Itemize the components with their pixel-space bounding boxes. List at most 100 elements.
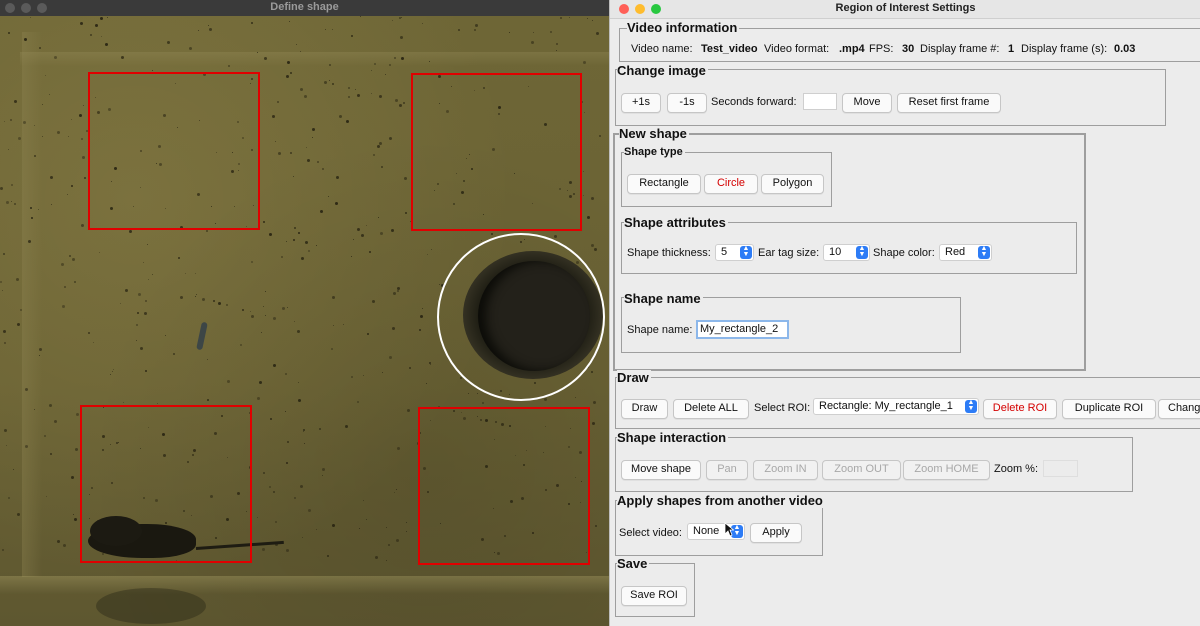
floor-speck bbox=[587, 216, 590, 219]
floor-speck bbox=[110, 374, 111, 375]
floor-speck bbox=[550, 31, 552, 33]
floor-speck bbox=[180, 296, 183, 299]
pan-button[interactable]: Pan bbox=[706, 460, 748, 480]
floor-speck bbox=[138, 293, 141, 296]
maximize-window-icon[interactable] bbox=[651, 4, 661, 14]
floor-speck bbox=[294, 227, 296, 229]
roi-rectangle-top-right[interactable] bbox=[411, 73, 582, 231]
floor-speck bbox=[300, 88, 303, 91]
floor-speck bbox=[367, 333, 369, 335]
delete-all-button[interactable]: Delete ALL bbox=[673, 399, 749, 419]
define-shape-titlebar: Define shape bbox=[0, 0, 609, 16]
floor-speck bbox=[202, 298, 205, 301]
floor-speck bbox=[345, 425, 348, 428]
floor-speck bbox=[136, 340, 137, 341]
floor-speck bbox=[275, 521, 277, 523]
floor-speck bbox=[312, 137, 313, 138]
save-roi-button[interactable]: Save ROI bbox=[621, 586, 687, 606]
polygon-button[interactable]: Polygon bbox=[761, 174, 824, 194]
floor-speck bbox=[265, 315, 266, 316]
select-stepper-icon: ▲ ▼ bbox=[856, 245, 868, 259]
floor-speck bbox=[273, 317, 276, 320]
floor-speck bbox=[39, 47, 41, 49]
shape-color-value: Red bbox=[945, 246, 966, 258]
floor-speck bbox=[373, 154, 375, 156]
shape-attributes-title: Shape attributes bbox=[624, 215, 728, 230]
floor-speck bbox=[407, 409, 410, 412]
roi-rectangle-top-left[interactable] bbox=[88, 72, 260, 230]
floor-speck bbox=[300, 51, 301, 52]
floor-speck bbox=[282, 307, 285, 310]
change-roi-button[interactable]: Change bbox=[1158, 399, 1200, 419]
close-window-icon[interactable] bbox=[619, 4, 629, 14]
floor-speck bbox=[395, 99, 398, 102]
floor-speck bbox=[269, 486, 271, 488]
move-button[interactable]: Move bbox=[842, 93, 892, 113]
floor-speck bbox=[322, 475, 323, 476]
apply-button[interactable]: Apply bbox=[750, 523, 802, 543]
zoom-home-button[interactable]: Zoom HOME bbox=[903, 460, 990, 480]
floor-speck bbox=[195, 296, 196, 297]
zoom-percent-input[interactable] bbox=[1043, 460, 1078, 477]
draw-button[interactable]: Draw bbox=[621, 399, 668, 419]
close-window-icon[interactable] bbox=[5, 3, 15, 13]
floor-speck bbox=[327, 555, 329, 557]
duplicate-roi-button[interactable]: Duplicate ROI bbox=[1062, 399, 1156, 419]
floor-speck bbox=[83, 105, 84, 106]
shape-thickness-select[interactable]: 5 ▲ ▼ bbox=[715, 244, 754, 261]
floor-speck bbox=[560, 17, 562, 19]
floor-speck bbox=[206, 230, 208, 232]
minimize-window-icon[interactable] bbox=[21, 3, 31, 13]
floor-speck bbox=[145, 300, 147, 302]
minus-1s-button[interactable]: -1s bbox=[667, 93, 707, 113]
floor-speck bbox=[45, 75, 46, 76]
floor-speck bbox=[107, 17, 108, 18]
floor-speck bbox=[308, 250, 310, 252]
floor-speck bbox=[3, 253, 5, 255]
circle-button[interactable]: Circle bbox=[704, 174, 758, 194]
floor-speck bbox=[339, 115, 342, 118]
video-format-value: .mp4 bbox=[839, 43, 865, 55]
video-frame-canvas[interactable] bbox=[0, 16, 609, 626]
floor-speck bbox=[351, 256, 352, 257]
floor-speck bbox=[18, 137, 21, 140]
floor-speck bbox=[6, 445, 7, 446]
roi-settings-titlebar: Region of Interest Settings bbox=[610, 0, 1200, 19]
floor-speck bbox=[431, 249, 432, 250]
minimize-window-icon[interactable] bbox=[635, 4, 645, 14]
floor-speck bbox=[569, 17, 570, 18]
define-shape-window: Define shape bbox=[0, 0, 609, 626]
roi-rectangle-bottom-right[interactable] bbox=[418, 407, 590, 565]
move-shape-button[interactable]: Move shape bbox=[621, 460, 701, 480]
rectangle-button[interactable]: Rectangle bbox=[627, 174, 701, 194]
floor-speck bbox=[348, 87, 350, 89]
floor-speck bbox=[393, 292, 396, 295]
plus-1s-button[interactable]: +1s bbox=[621, 93, 661, 113]
roi-circle[interactable] bbox=[437, 233, 605, 401]
shape-name-input[interactable]: My_rectangle_2 bbox=[696, 320, 789, 339]
floor-speck bbox=[332, 296, 335, 299]
select-roi-value: Rectangle: My_rectangle_1 bbox=[819, 400, 953, 412]
floor-speck bbox=[301, 257, 304, 260]
maximize-window-icon[interactable] bbox=[37, 3, 47, 13]
fps-value: 30 bbox=[902, 43, 915, 55]
floor-speck bbox=[25, 445, 28, 448]
floor-speck bbox=[343, 324, 344, 325]
floor-speck bbox=[250, 311, 251, 312]
floor-speck bbox=[396, 489, 397, 490]
roi-rectangle-bottom-left[interactable] bbox=[80, 405, 252, 563]
seconds-forward-input[interactable] bbox=[803, 93, 837, 110]
floor-speck bbox=[324, 81, 327, 84]
select-roi-select[interactable]: Rectangle: My_rectangle_1 ▲ ▼ bbox=[813, 398, 979, 415]
floor-speck bbox=[293, 176, 294, 177]
shape-color-select[interactable]: Red ▲ ▼ bbox=[939, 244, 992, 261]
select-stepper-icon: ▲ ▼ bbox=[978, 245, 990, 259]
floor-speck bbox=[218, 302, 221, 305]
zoom-in-button[interactable]: Zoom IN bbox=[753, 460, 818, 480]
delete-roi-button[interactable]: Delete ROI bbox=[983, 399, 1057, 419]
zoom-out-button[interactable]: Zoom OUT bbox=[822, 460, 901, 480]
ear-tag-size-select[interactable]: 10 ▲ ▼ bbox=[823, 244, 870, 261]
reset-first-frame-button[interactable]: Reset first frame bbox=[897, 93, 1001, 113]
select-video-select[interactable]: None ▲ ▼ bbox=[687, 523, 745, 540]
floor-speck bbox=[296, 44, 297, 45]
